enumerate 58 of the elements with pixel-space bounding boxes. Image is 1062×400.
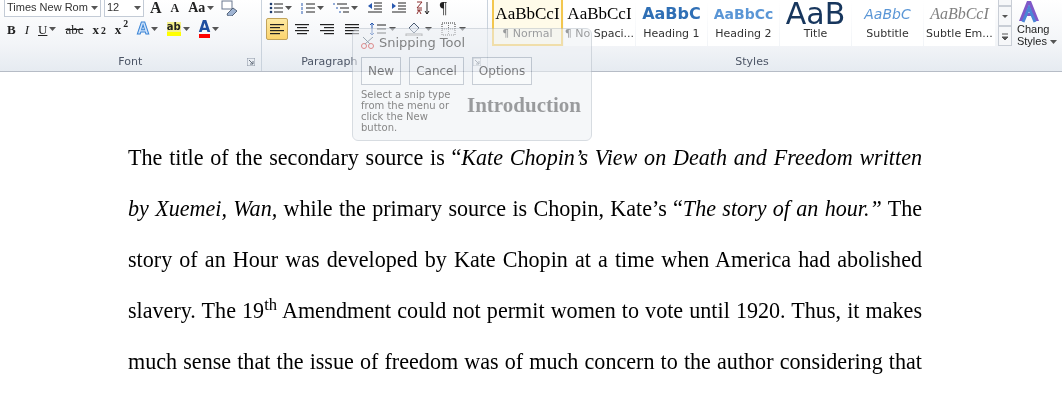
caret-icon[interactable] [150, 27, 158, 31]
align-right-icon [318, 22, 335, 36]
shading-icon [404, 22, 423, 36]
group-label: Font [118, 53, 143, 70]
caret-icon[interactable] [424, 27, 432, 31]
body-paragraph: The title of the secondary source is “Kate Chopin’s View on Death and Freedom written by Xuemei, Wan, while the primary source is Chopin, Kate’s “The story of an hour.” The story of an Hour was developed by Kate Chopin at a time when America had abolished slavery. The 19$^{th}$ Amendment could not permit women to vote until 1920. Thus, it makes much sense that the issue of freedom was of much concern to the author considering that [128, 144, 922, 376]
line-spacing-icon [368, 22, 387, 36]
scissors-icon [361, 36, 375, 49]
caret-icon[interactable] [350, 5, 358, 10]
change-styles-button[interactable]: Chang Styles [1013, 0, 1058, 48]
bullets-icon [268, 0, 283, 15]
font-color-button[interactable]: A [195, 18, 223, 40]
multilevel-list-icon [332, 0, 349, 15]
caret-icon[interactable] [212, 27, 220, 31]
window-title: Snipping Tool [379, 34, 466, 52]
italic-button[interactable]: I [21, 18, 32, 40]
caret-icon[interactable] [91, 5, 98, 10]
align-left-icon [268, 22, 285, 36]
toolbar-button[interactable]: Options [471, 56, 533, 85]
group-label: Paragraph [301, 53, 358, 70]
caret-icon[interactable] [49, 27, 57, 31]
highlight-button[interactable]: ab [163, 18, 193, 40]
font-size-field[interactable]: 12 [104, 0, 144, 17]
caret-icon[interactable] [388, 27, 396, 31]
grow-font-button[interactable]: A [147, 0, 165, 19]
numbering-icon [300, 0, 315, 15]
decrease-indent-icon [366, 0, 382, 15]
caret-icon[interactable] [458, 27, 466, 31]
clear-formatting-icon[interactable] [220, 0, 239, 16]
show-formatting-button[interactable]: ¶ [436, 0, 450, 19]
style-gallery-item[interactable]: AaBbCcI ¶ Normal [491, 0, 563, 46]
instruction-text: Select a snip type from the menu or click the New button. [361, 88, 452, 133]
strikethrough-button[interactable]: abc [62, 18, 87, 40]
more-styles-icon[interactable] [997, 26, 1012, 46]
caret-icon[interactable] [134, 5, 141, 10]
document-heading: Introduction [467, 92, 581, 118]
bold-button[interactable]: B [4, 18, 19, 40]
style-gallery-item[interactable]: AaB Title [779, 0, 851, 46]
shrink-font-button[interactable]: A [167, 0, 183, 19]
underline-button[interactable]: U [35, 18, 60, 40]
superscript-button[interactable]: x$^{2}$ [111, 18, 132, 40]
align-left-button[interactable] [265, 18, 288, 40]
align-justify-icon [343, 22, 360, 36]
caret-icon[interactable] [182, 27, 190, 31]
caret-icon[interactable] [284, 5, 292, 10]
increase-indent-icon [390, 0, 406, 15]
caret-icon[interactable] [207, 5, 215, 10]
group-label: Styles [735, 53, 769, 70]
caret-icon [1050, 40, 1057, 45]
toolbar-button[interactable]: Cancel [409, 56, 464, 85]
change-case-button[interactable]: Aa [185, 0, 218, 19]
align-center-icon [293, 22, 310, 36]
toolbar-button[interactable]: New [361, 56, 402, 85]
font-name-field[interactable]: Times New Rom [4, 0, 101, 17]
borders-icon [440, 22, 457, 36]
sort-icon [414, 0, 431, 15]
caret-icon[interactable] [316, 5, 324, 10]
dialog-launcher-icon[interactable] [246, 58, 255, 66]
